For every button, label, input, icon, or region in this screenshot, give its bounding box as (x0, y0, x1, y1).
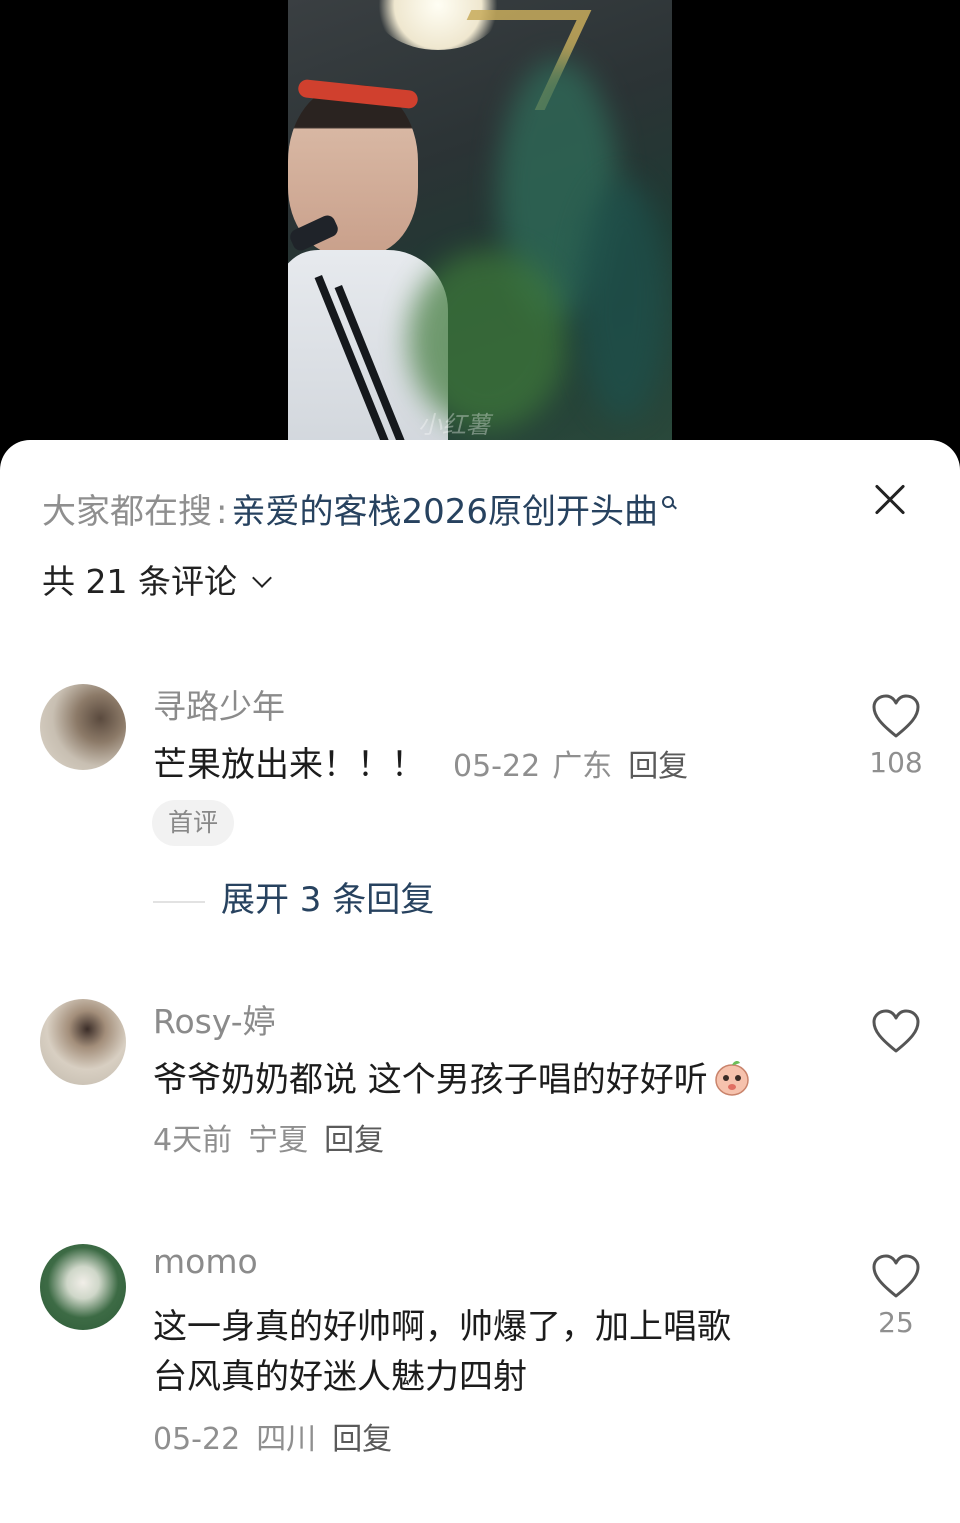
comments-sheet: 大家都在搜: 亲爱的客栈2026原创开头曲 共 21 条评论 寻路少年 芒果放出来… (0, 440, 960, 1523)
trending-search[interactable]: 大家都在搜: 亲爱的客栈2026原创开头曲 (42, 488, 678, 536)
comment-text-line: 这一身真的好帅啊，帅爆了，加上唱歌 (153, 1307, 731, 1347)
like-control[interactable]: 108 (866, 694, 926, 779)
video-watermark: 小红薯 (418, 411, 490, 439)
like-count: 108 (869, 746, 923, 779)
heart-icon[interactable] (871, 1009, 921, 1055)
expand-replies-button[interactable]: 展开 3 条回复 (153, 878, 434, 922)
expand-divider (153, 900, 205, 903)
comment-meta: 05-22 四川 回复 (153, 1414, 408, 1458)
expand-replies-label: 展开 3 条回复 (221, 880, 435, 920)
emoji-icon (715, 1060, 749, 1096)
chevron-down-icon (252, 568, 272, 588)
blurred-leaf (408, 250, 568, 430)
like-control[interactable] (866, 1009, 926, 1061)
trending-search-prefix: 大家都在搜 (42, 492, 212, 532)
avatar[interactable] (40, 999, 126, 1085)
reply-button[interactable]: 回复 (628, 749, 688, 784)
comment-text-line: 台风真的好迷人魅力四射 (153, 1357, 527, 1397)
comment-item: momo 这一身真的好帅啊，帅爆了，加上唱歌 台风真的好迷人魅力四射 05-22… (0, 1242, 960, 1462)
search-icon (662, 496, 678, 512)
comment-count-sort[interactable]: 共 21 条评论 (42, 560, 272, 604)
comment-count-label: 共 21 条评论 (42, 562, 237, 601)
comment-username[interactable]: 寻路少年 (153, 680, 285, 728)
comment-meta: 4天前 宁夏 回复 (153, 1115, 400, 1159)
comment-date: 4天前 (153, 1123, 233, 1158)
video-frame[interactable]: 小红薯 (288, 0, 672, 470)
comment-location: 四川 (256, 1422, 317, 1457)
like-control[interactable]: 25 (866, 1254, 926, 1339)
comment-date: 05-22 (153, 1422, 241, 1457)
comment-body: 爷爷奶奶都说 这个男孩子唱的好好听 (153, 1060, 708, 1100)
first-comment-badge: 首评 (152, 800, 235, 846)
comment-username[interactable]: momo (153, 1242, 258, 1281)
comment-username[interactable]: Rosy-婷 (153, 995, 276, 1043)
reply-button[interactable]: 回复 (324, 1123, 384, 1158)
trending-search-query[interactable]: 亲爱的客栈2026原创开头曲 (231, 492, 658, 532)
avatar[interactable] (40, 684, 126, 770)
blurred-leaf (578, 180, 668, 420)
like-count: 25 (878, 1306, 914, 1339)
reply-button[interactable]: 回复 (332, 1422, 392, 1457)
comment-location: 宁夏 (248, 1123, 309, 1158)
comment-text: 爷爷奶奶都说 这个男孩子唱的好好听 (153, 1055, 752, 1105)
comment-item: Rosy-婷 爷爷奶奶都说 这个男孩子唱的好好听 4天前 宁夏 回复 (0, 995, 960, 1165)
trending-search-separator: : (216, 492, 228, 532)
comment-location: 广东 (552, 749, 613, 784)
heart-icon[interactable] (871, 1254, 921, 1300)
comment-item: 寻路少年 芒果放出来！！！ 05-22 广东 回复 首评 展开 3 条回复 108 (0, 680, 960, 930)
comment-text: 芒果放出来！！！ 05-22 广东 回复 (153, 740, 688, 792)
comment-body: 芒果放出来！！！ (153, 745, 425, 785)
video-player[interactable]: 小红薯 (0, 0, 960, 470)
close-icon[interactable] (868, 478, 912, 522)
avatar[interactable] (40, 1244, 126, 1330)
heart-icon[interactable] (871, 694, 921, 740)
comment-date: 05-22 (453, 749, 541, 784)
